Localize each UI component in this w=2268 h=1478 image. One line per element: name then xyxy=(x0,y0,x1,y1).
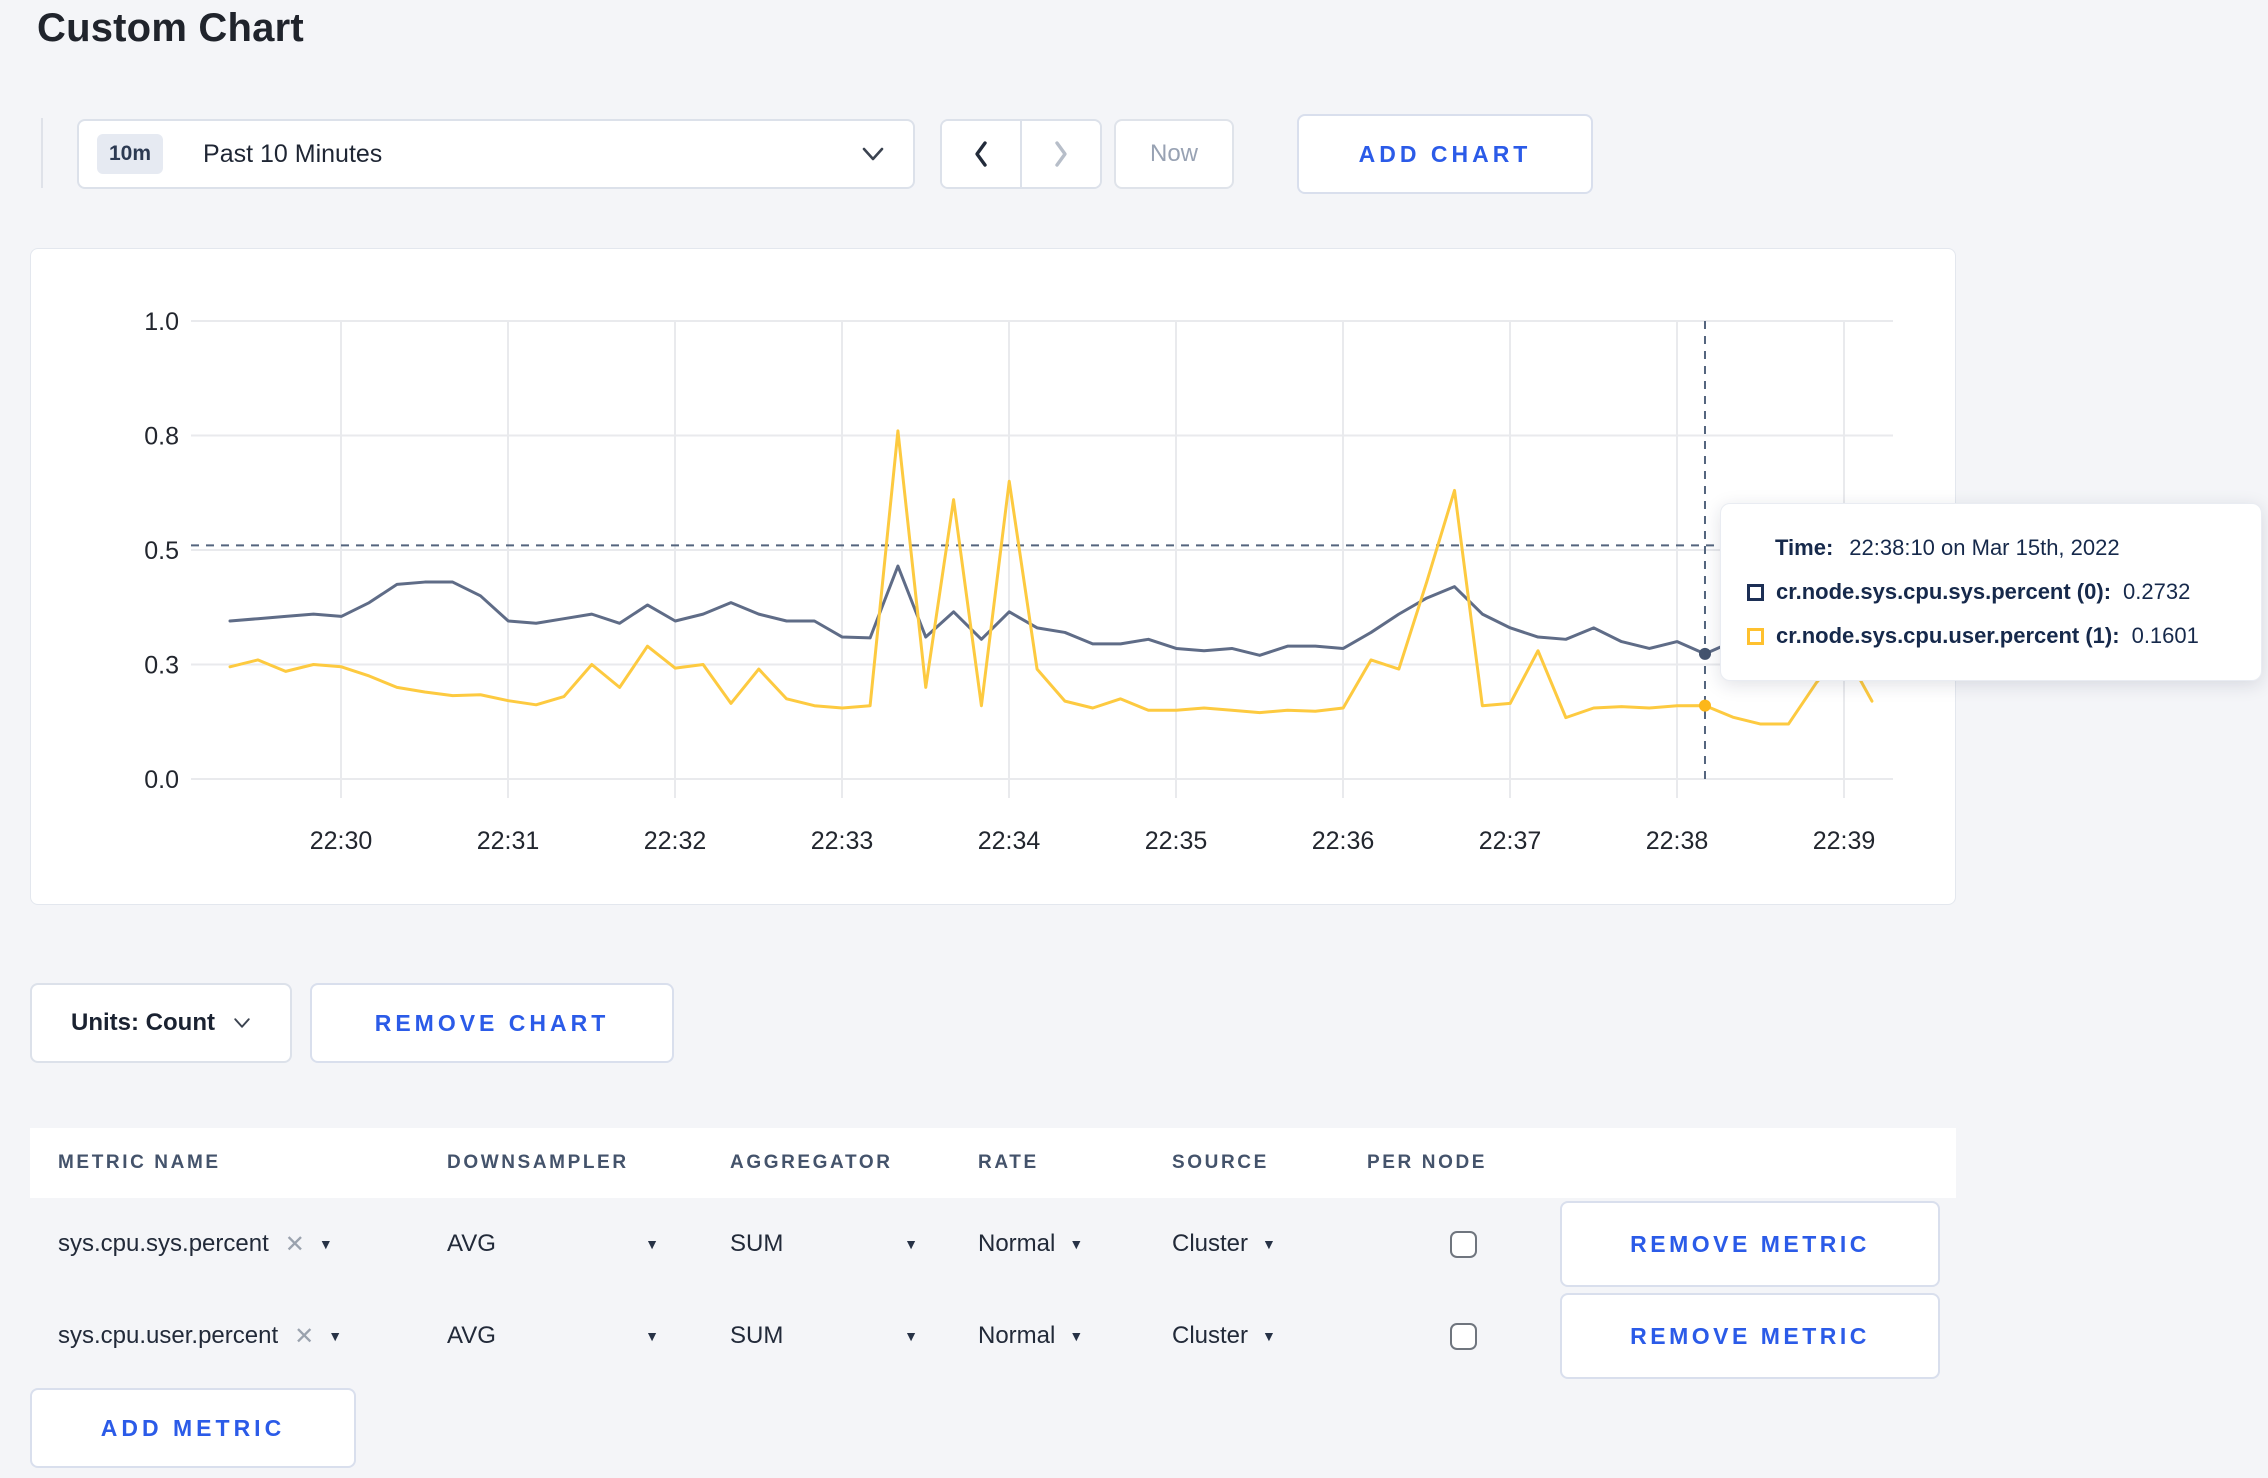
rate-value: Normal xyxy=(978,1230,1056,1257)
aggregator-value: SUM xyxy=(730,1322,784,1349)
time-range-select[interactable]: 10m Past 10 Minutes xyxy=(77,119,915,189)
caret-down-icon: ▼ xyxy=(904,1328,918,1344)
per-node-checkbox[interactable] xyxy=(1450,1230,1477,1258)
clear-metric-icon[interactable]: ✕ xyxy=(285,1230,305,1259)
svg-text:22:39: 22:39 xyxy=(1813,827,1876,855)
svg-text:22:35: 22:35 xyxy=(1145,827,1208,855)
svg-text:22:32: 22:32 xyxy=(644,827,707,855)
tooltip-series-label: cr.node.sys.cpu.sys.percent (0): xyxy=(1776,579,2112,604)
col-header-source: SOURCE xyxy=(1172,1152,1269,1173)
downsampler-value: AVG xyxy=(447,1322,496,1349)
source-value: Cluster xyxy=(1172,1322,1249,1349)
svg-text:0.5: 0.5 xyxy=(144,537,179,565)
chevron-left-icon xyxy=(975,141,987,167)
per-node-checkbox[interactable] xyxy=(1450,1322,1477,1350)
chart-tooltip: Time: 22:38:10 on Mar 15th, 2022 cr.node.… xyxy=(1720,503,2262,681)
add-chart-button[interactable]: ADD CHART xyxy=(1297,114,1593,194)
clear-metric-icon[interactable]: ✕ xyxy=(294,1322,314,1351)
col-header-downsampler: DOWNSAMPLER xyxy=(447,1152,629,1173)
rate-select[interactable]: Normal ▼ xyxy=(978,1230,1172,1258)
chart-card: 0.0 0.3 0.5 0.8 1.0 22:30 22:31 22:32 22:33 22:34… xyxy=(30,248,1956,905)
chevron-down-icon xyxy=(234,1018,250,1028)
svg-text:22:37: 22:37 xyxy=(1479,827,1542,855)
svg-text:22:34: 22:34 xyxy=(978,827,1041,855)
tooltip-time-label: Time: xyxy=(1775,535,1834,560)
tooltip-series-row: cr.node.sys.cpu.sys.percent (0): 0.2732 xyxy=(1747,579,2237,605)
col-header-aggregator: AGGREGATOR xyxy=(730,1152,893,1173)
caret-down-icon: ▼ xyxy=(318,1236,333,1252)
svg-text:22:33: 22:33 xyxy=(811,827,874,855)
rate-select[interactable]: Normal ▼ xyxy=(978,1322,1172,1350)
page-title: Custom Chart xyxy=(37,6,304,50)
caret-down-icon: ▼ xyxy=(1069,1328,1084,1344)
source-value: Cluster xyxy=(1172,1230,1249,1257)
add-metric-button[interactable]: ADD METRIC xyxy=(30,1388,356,1468)
downsampler-value: AVG xyxy=(447,1230,496,1257)
metric-name-value: sys.cpu.user.percent xyxy=(58,1322,279,1349)
units-label: Units: Count xyxy=(71,1009,215,1036)
source-select[interactable]: Cluster ▼ xyxy=(1172,1322,1367,1350)
caret-down-icon: ▼ xyxy=(904,1236,918,1252)
svg-text:1.0: 1.0 xyxy=(144,308,179,336)
metric-name-value: sys.cpu.sys.percent xyxy=(58,1230,269,1257)
remove-chart-button[interactable]: REMOVE CHART xyxy=(310,983,674,1063)
svg-text:22:38: 22:38 xyxy=(1646,827,1709,855)
tooltip-time-value: 22:38:10 on Mar 15th, 2022 xyxy=(1849,535,2120,560)
caret-down-icon: ▼ xyxy=(1262,1236,1276,1252)
downsampler-select[interactable]: AVG ▼ xyxy=(447,1230,659,1258)
custom-metrics-chart[interactable]: 0.0 0.3 0.5 0.8 1.0 22:30 22:31 22:32 22:33 22:34… xyxy=(31,249,1955,904)
svg-text:22:31: 22:31 xyxy=(477,827,540,855)
col-header-per-node: PER NODE xyxy=(1367,1152,1488,1173)
metric-name-select[interactable]: sys.cpu.user.percent ✕ ▼ xyxy=(58,1322,447,1351)
toolbar-divider xyxy=(41,118,43,188)
aggregator-select[interactable]: SUM ▼ xyxy=(730,1230,918,1258)
time-range-label: Past 10 Minutes xyxy=(203,139,383,168)
aggregator-value: SUM xyxy=(730,1230,784,1257)
tooltip-time: Time: 22:38:10 on Mar 15th, 2022 xyxy=(1775,535,2237,561)
downsampler-select[interactable]: AVG ▼ xyxy=(447,1322,659,1350)
sys-series-swatch-icon xyxy=(1747,583,1764,601)
caret-down-icon: ▼ xyxy=(328,1328,343,1344)
remove-metric-button[interactable]: REMOVE METRIC xyxy=(1560,1293,1940,1379)
metric-name-select[interactable]: sys.cpu.sys.percent ✕ ▼ xyxy=(58,1230,447,1259)
svg-text:0.8: 0.8 xyxy=(144,423,179,451)
rate-value: Normal xyxy=(978,1322,1056,1349)
chevron-down-icon xyxy=(862,147,884,161)
aggregator-select[interactable]: SUM ▼ xyxy=(730,1322,918,1350)
svg-text:0.3: 0.3 xyxy=(144,652,179,680)
svg-text:22:30: 22:30 xyxy=(310,827,373,855)
prev-time-button[interactable] xyxy=(942,121,1022,187)
tooltip-series-row: cr.node.sys.cpu.user.percent (1): 0.1601 xyxy=(1747,623,2237,649)
tooltip-series-value: 0.1601 xyxy=(2131,623,2199,648)
caret-down-icon: ▼ xyxy=(645,1328,659,1344)
tooltip-series-label: cr.node.sys.cpu.user.percent (1): xyxy=(1776,623,2120,648)
metrics-table-header: METRIC NAME DOWNSAMPLER AGGREGATOR RATE … xyxy=(30,1128,1956,1198)
units-select[interactable]: Units: Count xyxy=(30,983,292,1063)
tooltip-series-value: 0.2732 xyxy=(2123,579,2191,604)
time-range-badge: 10m xyxy=(97,134,164,174)
metric-row: sys.cpu.sys.percent ✕ ▼ AVG ▼ SUM ▼ Norm… xyxy=(30,1198,1956,1290)
caret-down-icon: ▼ xyxy=(1262,1328,1276,1344)
caret-down-icon: ▼ xyxy=(1069,1236,1084,1252)
user-series-swatch-icon xyxy=(1747,627,1764,645)
svg-text:0.0: 0.0 xyxy=(144,766,179,794)
chevron-right-icon xyxy=(1055,141,1067,167)
col-header-rate: RATE xyxy=(978,1152,1039,1173)
now-button[interactable]: Now xyxy=(1114,119,1234,189)
time-pager xyxy=(940,119,1102,189)
caret-down-icon: ▼ xyxy=(645,1236,659,1252)
metric-row: sys.cpu.user.percent ✕ ▼ AVG ▼ SUM ▼ Nor… xyxy=(30,1290,1956,1382)
remove-metric-button[interactable]: REMOVE METRIC xyxy=(1560,1201,1940,1287)
source-select[interactable]: Cluster ▼ xyxy=(1172,1230,1367,1258)
next-time-button[interactable] xyxy=(1022,121,1100,187)
col-header-metric-name: METRIC NAME xyxy=(58,1152,221,1173)
svg-text:22:36: 22:36 xyxy=(1312,827,1375,855)
